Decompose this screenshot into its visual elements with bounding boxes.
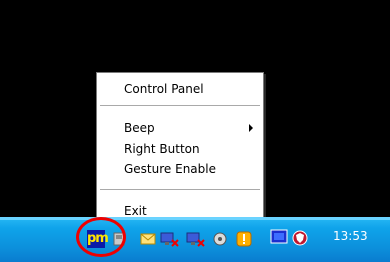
context-menu: Control Panel Beep Right Button Gesture …	[96, 72, 264, 228]
submenu-arrow-icon	[249, 124, 253, 132]
menu-separator	[100, 189, 260, 190]
taskbar-highlight	[0, 217, 390, 220]
warning-icon[interactable]	[236, 231, 252, 247]
menu-item-label: Gesture Enable	[124, 162, 216, 176]
menu-item-label: Control Panel	[124, 82, 204, 96]
menu-item-beep[interactable]: Beep	[97, 118, 263, 138]
menu-item-label: Exit	[124, 204, 147, 218]
menu-item-right-button[interactable]: Right Button	[97, 139, 263, 159]
clock[interactable]: 13:53	[333, 229, 368, 243]
menu-item-label: Beep	[124, 121, 155, 135]
speaker-icon[interactable]	[212, 231, 228, 247]
monitor-icon[interactable]	[270, 229, 288, 247]
menu-item-label: Right Button	[124, 142, 200, 156]
menu-item-control-panel[interactable]: Control Panel	[97, 79, 263, 99]
menu-item-gesture-enable[interactable]: Gesture Enable	[97, 159, 263, 179]
shield-icon[interactable]	[292, 230, 308, 246]
network-disconnected-icon[interactable]	[160, 231, 180, 249]
network-disconnected-icon[interactable]	[186, 231, 206, 249]
mail-icon[interactable]	[140, 231, 156, 247]
highlight-circle	[76, 217, 126, 257]
menu-separator	[100, 105, 260, 106]
